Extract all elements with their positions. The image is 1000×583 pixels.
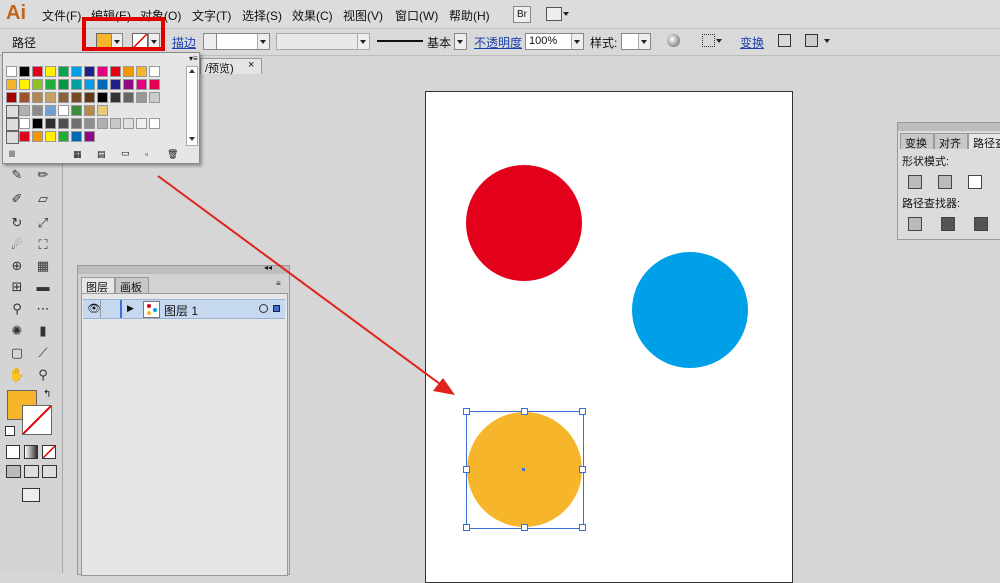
annotation-arrow [157,175,455,395]
